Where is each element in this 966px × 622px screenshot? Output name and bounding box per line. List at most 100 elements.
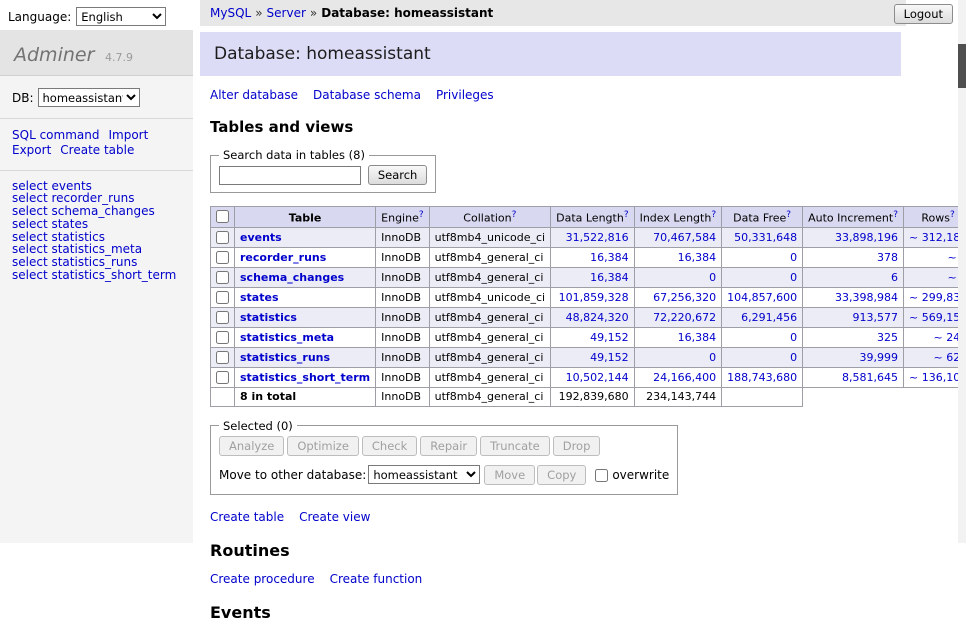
auto-increment-link[interactable]: 33,398,984 <box>835 291 898 304</box>
data-free-link[interactable]: 0 <box>790 331 797 344</box>
sidebar-action-link[interactable]: Create table <box>60 143 134 157</box>
auto-increment-link[interactable]: 33,898,196 <box>835 231 898 244</box>
table-name-link[interactable]: schema_changes <box>240 271 344 284</box>
auto-increment-link[interactable]: 378 <box>877 251 898 264</box>
data-length-link[interactable]: 101,859,328 <box>559 291 629 304</box>
column-help-link[interactable]: ? <box>624 210 629 220</box>
row-checkbox[interactable] <box>216 311 229 324</box>
routine-link[interactable]: Create procedure <box>210 572 315 586</box>
db-action-link[interactable]: Privileges <box>436 88 494 102</box>
auto-increment-link[interactable]: 913,577 <box>853 311 899 324</box>
table-name-link[interactable]: events <box>240 231 282 244</box>
sidebar-action-link[interactable]: Import <box>108 128 148 142</box>
column-help-link[interactable]: ? <box>419 210 424 220</box>
table-name-link[interactable]: statistics_runs <box>240 351 330 364</box>
data-free-link[interactable]: 6,291,456 <box>741 311 797 324</box>
selected-action-button[interactable]: Truncate <box>480 436 550 456</box>
data-length-link[interactable]: 49,152 <box>590 351 629 364</box>
breadcrumb-server-link[interactable]: Server <box>267 6 306 20</box>
index-length-link[interactable]: 24,166,400 <box>653 371 716 384</box>
language-select[interactable]: English <box>76 7 166 26</box>
total-collation: utf8mb4_general_ci <box>429 387 550 406</box>
index-length-link[interactable]: 70,467,584 <box>653 231 716 244</box>
table-name-link[interactable]: states <box>240 291 279 304</box>
scrollbar-thumb[interactable] <box>958 44 966 88</box>
column-help-link[interactable]: ? <box>711 210 716 220</box>
create-link[interactable]: Create view <box>299 510 370 524</box>
sidebar-table-link[interactable]: select statistics_runs <box>12 256 181 269</box>
data-free-link[interactable]: 50,331,648 <box>734 231 797 244</box>
collation-cell: utf8mb4_general_ci <box>429 327 550 347</box>
index-length-link[interactable]: 67,256,320 <box>653 291 716 304</box>
data-free-link[interactable]: 0 <box>790 351 797 364</box>
db-action-link[interactable]: Alter database <box>210 88 298 102</box>
events-heading: Events <box>210 603 958 622</box>
row-checkbox[interactable] <box>216 371 229 384</box>
routine-link[interactable]: Create function <box>330 572 423 586</box>
data-length-link[interactable]: 16,384 <box>590 271 629 284</box>
auto-increment-cell: 8,581,645 <box>803 367 904 387</box>
row-checkbox[interactable] <box>216 291 229 304</box>
column-help-link[interactable]: ? <box>893 210 898 220</box>
selected-action-button[interactable]: Drop <box>553 436 601 456</box>
sidebar-table-link[interactable]: select states <box>12 218 181 231</box>
column-help-link[interactable]: ? <box>512 210 517 220</box>
data-free-link[interactable]: 0 <box>790 251 797 264</box>
sidebar-action-link[interactable]: SQL command <box>12 128 99 142</box>
search-button[interactable]: Search <box>368 165 428 185</box>
row-checkbox[interactable] <box>216 331 229 344</box>
selected-action-button[interactable]: Analyze <box>219 436 284 456</box>
data-length-link[interactable]: 49,152 <box>590 331 629 344</box>
move-button[interactable]: Move <box>484 465 535 485</box>
breadcrumb-mysql-link[interactable]: MySQL <box>210 6 251 20</box>
table-name-link[interactable]: statistics_meta <box>240 331 334 344</box>
column-help-link[interactable]: ? <box>786 210 791 220</box>
row-checkbox[interactable] <box>216 251 229 264</box>
scrollbar[interactable] <box>958 0 966 543</box>
data-length-link[interactable]: 31,522,816 <box>566 231 629 244</box>
table-name-link[interactable]: statistics <box>240 311 297 324</box>
index-length-link[interactable]: 0 <box>709 271 716 284</box>
row-select-cell <box>211 287 235 307</box>
row-checkbox[interactable] <box>216 271 229 284</box>
db-select[interactable]: homeassistant <box>38 88 140 107</box>
index-length-link[interactable]: 16,384 <box>678 251 717 264</box>
copy-button[interactable]: Copy <box>537 465 586 485</box>
data-free-link[interactable]: 104,857,600 <box>727 291 797 304</box>
auto-increment-link[interactable]: 39,999 <box>860 351 899 364</box>
overwrite-checkbox[interactable] <box>595 469 608 482</box>
row-checkbox[interactable] <box>216 351 229 364</box>
table-name-link[interactable]: recorder_runs <box>240 251 326 264</box>
table-name-link[interactable]: statistics_short_term <box>240 371 370 384</box>
selected-action-button[interactable]: Repair <box>420 436 477 456</box>
rows-count-cell: ~ 312,180 <box>904 227 966 247</box>
index-length-link[interactable]: 16,384 <box>678 331 717 344</box>
sidebar-table-link[interactable]: select schema_changes <box>12 205 181 218</box>
selected-action-button[interactable]: Optimize <box>287 436 359 456</box>
data-length-link[interactable]: 10,502,144 <box>566 371 629 384</box>
index-length-link[interactable]: 0 <box>709 351 716 364</box>
data-free-link[interactable]: 0 <box>790 271 797 284</box>
sidebar-action-link[interactable]: Export <box>12 143 51 157</box>
column-header-label: Engine <box>381 212 419 225</box>
auto-increment-link[interactable]: 8,581,645 <box>842 371 898 384</box>
column-header-label: Data Length <box>556 212 624 225</box>
row-checkbox[interactable] <box>216 231 229 244</box>
column-help-link[interactable]: ? <box>950 210 955 220</box>
sidebar-table-link[interactable]: select statistics_short_term <box>12 269 181 282</box>
routines-heading: Routines <box>210 541 958 560</box>
rows-count-cell: ~ 299,833 <box>904 287 966 307</box>
search-input[interactable] <box>219 166 361 185</box>
db-action-link[interactable]: Database schema <box>313 88 421 102</box>
data-length-link[interactable]: 16,384 <box>590 251 629 264</box>
auto-increment-link[interactable]: 6 <box>891 271 898 284</box>
auto-increment-link[interactable]: 325 <box>877 331 898 344</box>
select-all-checkbox[interactable] <box>216 210 229 223</box>
data-length-link[interactable]: 48,824,320 <box>566 311 629 324</box>
logout-button[interactable]: Logout <box>894 4 953 24</box>
data-free-link[interactable]: 188,743,680 <box>727 371 797 384</box>
selected-action-button[interactable]: Check <box>362 436 417 456</box>
index-length-link[interactable]: 72,220,672 <box>653 311 716 324</box>
move-db-select[interactable]: homeassistant <box>368 465 480 484</box>
create-link[interactable]: Create table <box>210 510 284 524</box>
